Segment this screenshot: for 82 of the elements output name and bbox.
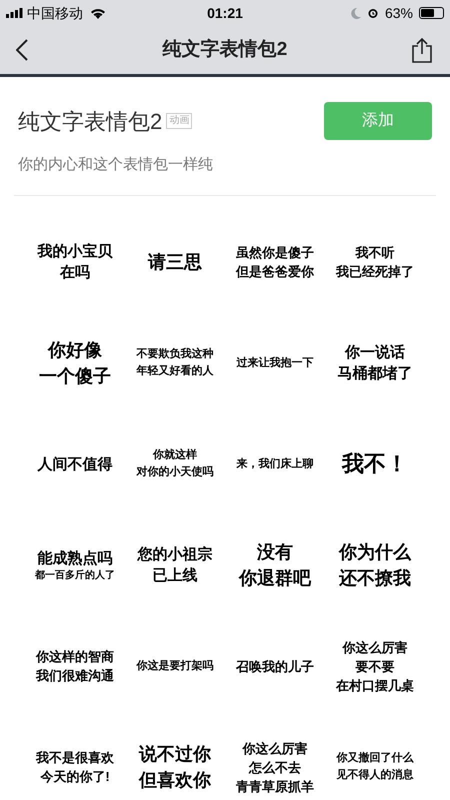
battery-percent: 63%: [384, 4, 413, 22]
back-icon: [16, 39, 28, 61]
carrier-name: 中国移动: [27, 4, 83, 22]
sticker-caption: 都一百多斤的人了: [35, 568, 115, 582]
sticker-text-line: 在吗: [60, 263, 90, 283]
signal-icon: [6, 8, 24, 18]
sticker-text-line: 没有: [257, 541, 293, 564]
sticker[interactable]: 你好像 一个傻子: [25, 312, 125, 414]
sticker-text-line: 能成熟点吗: [38, 548, 112, 568]
moon-icon: [350, 8, 361, 18]
share-icon: [411, 37, 433, 63]
sticker-text-line: 你就这样: [153, 448, 197, 463]
sticker[interactable]: 你这么厉害 怎么不去 青青草原抓羊: [225, 716, 325, 800]
sticker[interactable]: 你就这样 对你的小天使吗: [125, 414, 225, 514]
sticker-text-line: 马桶都堵了: [338, 364, 412, 384]
sticker[interactable]: 虽然你是傻子 但是爸爸爱你: [225, 212, 325, 312]
sticker[interactable]: 能成熟点吗 都一百多斤的人了: [25, 514, 125, 616]
sticker[interactable]: 您的小祖宗 已上线: [125, 514, 225, 616]
sticker[interactable]: 我不！: [325, 414, 425, 514]
sticker-text-line: 来，我们床上聊: [236, 456, 314, 472]
sticker[interactable]: 你这样的智商 我们很难沟通: [25, 616, 125, 716]
pack-description: 你的内心和这个表情包一样纯: [17, 155, 214, 175]
sticker[interactable]: 没有 你退群吧: [225, 514, 325, 616]
sticker-text-line: 青青草原抓羊: [236, 778, 314, 796]
sticker-text-line: 召唤我的儿子: [236, 658, 314, 676]
sticker-text-line: 我不！: [342, 450, 408, 478]
sticker[interactable]: 召唤我的儿子: [225, 616, 325, 716]
sticker-text-line: 怎么不去: [249, 758, 301, 776]
battery-icon: [419, 7, 444, 19]
sticker-text-line: 不要欺负我这种: [136, 346, 214, 362]
sticker-text-line: 你这么厉害: [342, 638, 408, 656]
alarm-icon: [366, 7, 379, 19]
sticker[interactable]: 人间不值得: [25, 414, 125, 514]
sticker-text-line: 我的小宝贝: [38, 242, 112, 262]
sticker[interactable]: 我不是很喜欢 今天的你了!: [25, 716, 125, 800]
sticker[interactable]: 你这是要打架吗: [125, 616, 225, 716]
sticker[interactable]: 说不过你 但喜欢你: [125, 716, 225, 800]
sticker-text-line: 你又撤回了什么: [336, 750, 414, 766]
sticker[interactable]: 你为什么 还不撩我: [325, 514, 425, 616]
sticker-text-line: 你这样的智商: [36, 648, 114, 666]
sticker[interactable]: 过来让我抱一下: [225, 312, 325, 414]
wifi-icon: [90, 7, 106, 19]
sticker-text-line: 你为什么: [339, 541, 411, 564]
sticker-text-line: 人间不值得: [38, 454, 112, 474]
share-button[interactable]: [410, 36, 434, 64]
sticker[interactable]: 我不听 我已经死掉了: [325, 212, 425, 312]
animated-tag: 动画: [166, 113, 192, 129]
sticker-text-line: 您的小祖宗: [138, 545, 212, 565]
sticker-text-line: 但是爸爸爱你: [236, 263, 314, 281]
sticker-text-line: 还不撩我: [339, 567, 411, 590]
sticker-text-line: 我不是很喜欢: [36, 749, 114, 767]
sticker[interactable]: 请三思: [125, 212, 225, 312]
sticker-text-line: 我们很难沟通: [36, 667, 114, 685]
sticker-text-line: 请三思: [148, 251, 202, 274]
sticker-text-line: 我不听: [356, 244, 394, 262]
sticker-text-line: 说不过你: [139, 743, 211, 766]
sticker-text-line: 但喜欢你: [139, 769, 211, 792]
sticker-text-line: 你好像: [48, 339, 102, 362]
sticker-text-line: 你这是要打架吗: [136, 658, 214, 674]
sticker[interactable]: 我的小宝贝 在吗: [25, 212, 125, 312]
sticker-text-line: 对你的小天使吗: [136, 464, 214, 480]
pack-title: 纯文字表情包2: [18, 108, 162, 136]
sticker-text-line: 年轻又好看的人: [136, 364, 214, 379]
sticker[interactable]: 你又撤回了什么 见不得人的消息: [325, 716, 425, 800]
sticker-text-line: 在村口摆几桌: [336, 676, 414, 694]
sticker-text-line: 已上线: [152, 566, 198, 586]
nav-title: 纯文字表情包2: [161, 38, 288, 62]
sticker-text-line: 你一说话: [345, 343, 405, 363]
sticker-text-line: 要不要: [356, 658, 394, 676]
sticker-text-line: 你这么厉害: [242, 740, 308, 758]
sticker[interactable]: 你一说话 马桶都堵了: [325, 312, 425, 414]
sticker-text-line: 过来让我抱一下: [236, 356, 314, 370]
status-time: 01:21: [207, 4, 243, 22]
sticker[interactable]: 不要欺负我这种 年轻又好看的人: [125, 312, 225, 414]
sticker-text-line: 今天的你了!: [40, 768, 110, 786]
sticker-text-line: 一个傻子: [39, 365, 111, 388]
sticker-text-line: 见不得人的消息: [336, 768, 414, 783]
sticker-text-line: 我已经死掉了: [336, 263, 414, 281]
sticker[interactable]: 来，我们床上聊: [225, 414, 325, 514]
sticker-text-line: 虽然你是傻子: [236, 244, 314, 262]
sticker[interactable]: 你这么厉害 要不要 在村口摆几桌: [325, 616, 425, 716]
sticker-text-line: 你退群吧: [239, 567, 311, 590]
